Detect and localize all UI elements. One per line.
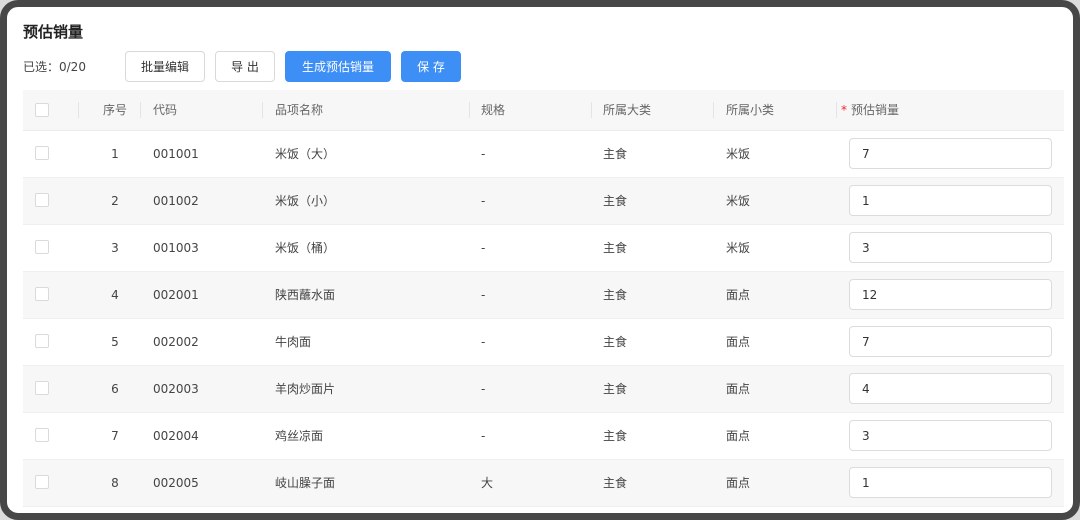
cell-spec: - [481, 288, 486, 302]
header-spec: 规格 [481, 103, 506, 117]
row-checkbox[interactable] [35, 381, 49, 395]
cell-minor-category: 面点 [726, 288, 751, 302]
cell-seq: 4 [111, 288, 119, 302]
required-mark: * [841, 103, 847, 117]
column-divider [140, 102, 141, 118]
row-checkbox[interactable] [35, 193, 49, 207]
cell-name: 米饭（大） [275, 147, 336, 161]
table-row: 6 002003 羊肉炒面片 - 主食 面点 [23, 366, 1064, 413]
cell-seq: 6 [111, 382, 119, 396]
cell-minor-category: 面点 [726, 476, 751, 490]
cell-minor-category: 面点 [726, 429, 751, 443]
header-code: 代码 [153, 103, 178, 117]
cell-name: 米饭（桶） [275, 241, 336, 255]
cell-major-category: 主食 [603, 382, 628, 396]
column-divider [713, 102, 714, 118]
forecast-input[interactable] [849, 185, 1052, 216]
page-title: 预估销量 [23, 23, 84, 41]
batch-edit-button[interactable]: 批量编辑 [125, 51, 205, 82]
cell-spec: 大 [481, 476, 494, 490]
table-row: 8 002005 岐山臊子面 大 主食 面点 [23, 460, 1064, 507]
cell-name: 岐山臊子面 [275, 476, 336, 490]
cell-minor-category: 米饭 [726, 147, 751, 161]
cell-spec: - [481, 382, 486, 396]
forecast-table: 序号 代码 品项名称 规格 所属大类 所属小类 * 预估销量 1 001001 米… [23, 90, 1064, 507]
table-row: 7 002004 鸡丝凉面 - 主食 面点 [23, 413, 1064, 460]
row-checkbox[interactable] [35, 334, 49, 348]
cell-name: 陕西蘸水面 [275, 288, 336, 302]
cell-major-category: 主食 [603, 241, 628, 255]
table-row: 4 002001 陕西蘸水面 - 主食 面点 [23, 272, 1064, 319]
forecast-input[interactable] [849, 467, 1052, 498]
column-divider [836, 102, 837, 118]
cell-seq: 8 [111, 476, 119, 490]
cell-code: 002002 [153, 335, 199, 349]
forecast-input[interactable] [849, 373, 1052, 404]
table-row: 1 001001 米饭（大） - 主食 米饭 [23, 131, 1064, 178]
cell-spec: - [481, 147, 486, 161]
cell-seq: 1 [111, 147, 119, 161]
cell-name: 米饭（小） [275, 194, 336, 208]
cell-major-category: 主食 [603, 194, 628, 208]
app-window: 预估销量 已选：0/20 批量编辑 导 出 生成预估销量 保 存 序号 代码 品… [0, 0, 1080, 520]
forecast-input[interactable] [849, 138, 1052, 169]
row-checkbox[interactable] [35, 475, 49, 489]
cell-major-category: 主食 [603, 429, 628, 443]
forecast-input[interactable] [849, 232, 1052, 263]
cell-minor-category: 米饭 [726, 194, 751, 208]
table-row: 2 001002 米饭（小） - 主食 米饭 [23, 178, 1064, 225]
column-divider [78, 102, 79, 118]
save-button[interactable]: 保 存 [401, 51, 461, 82]
generate-forecast-button[interactable]: 生成预估销量 [285, 51, 391, 82]
header-minor-category: 所属小类 [726, 103, 775, 117]
row-checkbox[interactable] [35, 146, 49, 160]
cell-seq: 2 [111, 194, 119, 208]
table-row: 3 001003 米饭（桶） - 主食 米饭 [23, 225, 1064, 272]
table-row: 5 002002 牛肉面 - 主食 面点 [23, 319, 1064, 366]
cell-spec: - [481, 241, 486, 255]
column-divider [469, 102, 470, 118]
row-checkbox[interactable] [35, 287, 49, 301]
header-forecast: * 预估销量 [841, 90, 899, 130]
row-checkbox[interactable] [35, 428, 49, 442]
header-major-category: 所属大类 [603, 103, 652, 117]
cell-minor-category: 面点 [726, 335, 751, 349]
cell-spec: - [481, 429, 486, 443]
forecast-input[interactable] [849, 326, 1052, 357]
cell-code: 002004 [153, 429, 199, 443]
cell-code: 002003 [153, 382, 199, 396]
select-all-checkbox[interactable] [35, 103, 49, 117]
cell-major-category: 主食 [603, 288, 628, 302]
header-forecast-label: 预估销量 [851, 103, 900, 117]
table-header: 序号 代码 品项名称 规格 所属大类 所属小类 * 预估销量 [23, 90, 1064, 131]
column-divider [262, 102, 263, 118]
cell-spec: - [481, 335, 486, 349]
export-button[interactable]: 导 出 [215, 51, 275, 82]
cell-name: 牛肉面 [275, 335, 312, 349]
selected-count: 已选：0/20 [23, 60, 86, 74]
cell-name: 羊肉炒面片 [275, 382, 336, 396]
cell-seq: 5 [111, 335, 119, 349]
cell-minor-category: 面点 [726, 382, 751, 396]
forecast-input[interactable] [849, 420, 1052, 451]
header-name: 品项名称 [275, 103, 324, 117]
column-divider [591, 102, 592, 118]
cell-spec: - [481, 194, 486, 208]
row-checkbox[interactable] [35, 240, 49, 254]
cell-seq: 3 [111, 241, 119, 255]
header-seq: 序号 [102, 103, 127, 117]
forecast-input[interactable] [849, 279, 1052, 310]
cell-code: 001002 [153, 194, 199, 208]
cell-major-category: 主食 [603, 147, 628, 161]
cell-code: 001003 [153, 241, 199, 255]
cell-code: 001001 [153, 147, 199, 161]
cell-minor-category: 米饭 [726, 241, 751, 255]
cell-seq: 7 [111, 429, 119, 443]
cell-major-category: 主食 [603, 335, 628, 349]
cell-name: 鸡丝凉面 [275, 429, 324, 443]
cell-code: 002005 [153, 476, 199, 490]
cell-major-category: 主食 [603, 476, 628, 490]
cell-code: 002001 [153, 288, 199, 302]
